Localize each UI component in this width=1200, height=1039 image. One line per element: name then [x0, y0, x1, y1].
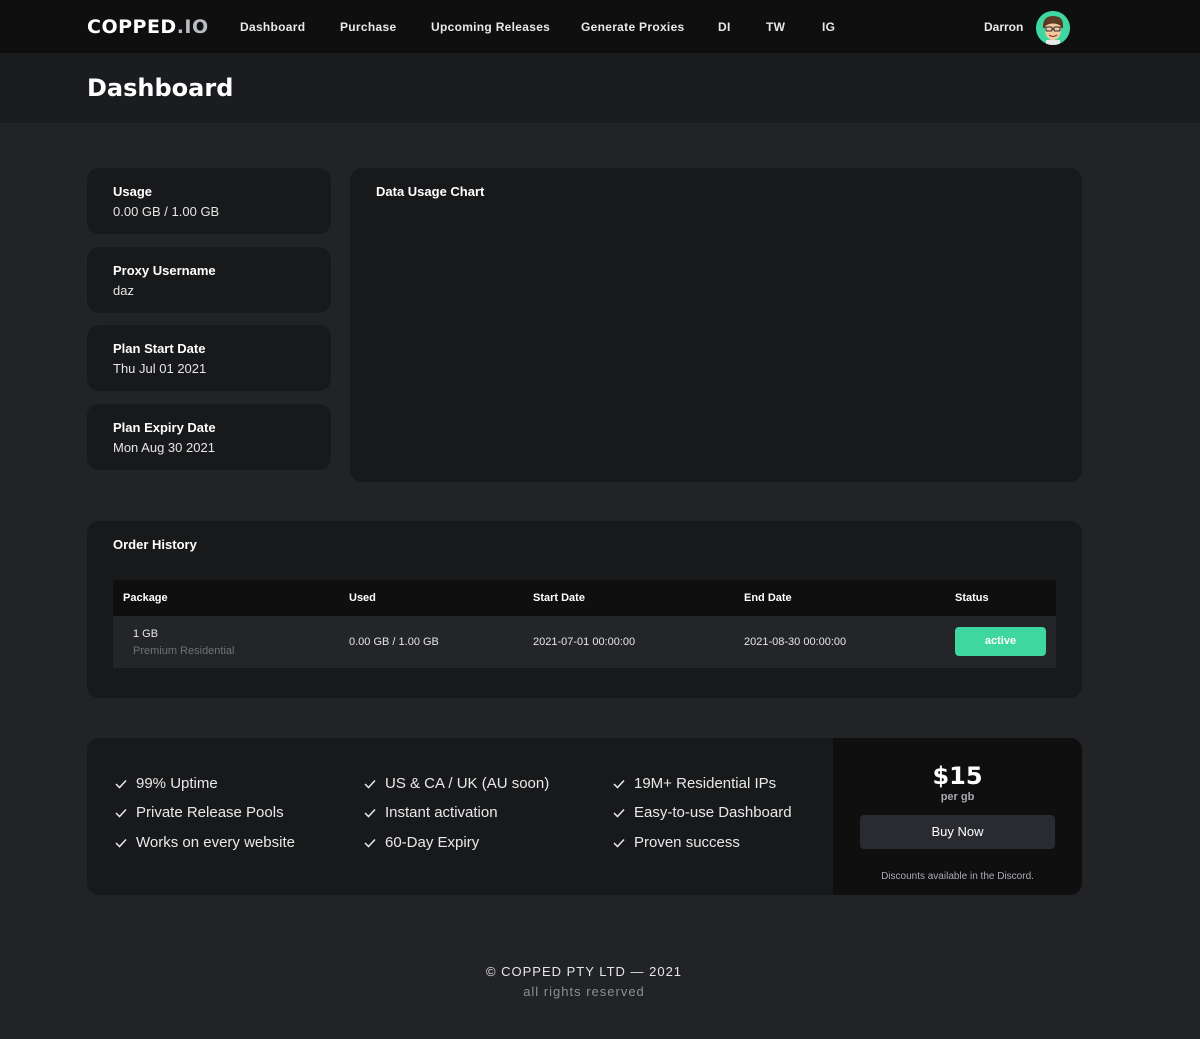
chart-title: Data Usage Chart — [376, 184, 485, 199]
avatar[interactable] — [1036, 11, 1070, 45]
cell-package: 1 GB — [133, 628, 159, 640]
order-history-card: Order History Package Used Start Date En… — [87, 521, 1082, 698]
status-badge: active — [955, 627, 1046, 656]
plan-expiry-title: Plan Expiry Date — [113, 420, 216, 435]
table-header: Package Used Start Date End Date Status — [113, 580, 1056, 616]
feature-item: 99% Uptime — [136, 775, 218, 792]
logo[interactable]: COPPED.IO — [87, 16, 209, 38]
top-navbar: COPPED.IO Dashboard Purchase Upcoming Re… — [0, 0, 1200, 53]
check-icon — [364, 779, 376, 789]
nav-dashboard[interactable]: Dashboard — [240, 20, 305, 34]
table-row: 1 GB Premium Residential 0.00 GB / 1.00 … — [113, 616, 1056, 668]
check-icon — [115, 779, 127, 789]
nav-discord[interactable]: DI — [718, 20, 731, 34]
proxy-username-title: Proxy Username — [113, 263, 216, 278]
feature-item: Instant activation — [385, 804, 498, 821]
usage-card: Usage 0.00 GB / 1.00 GB — [87, 168, 331, 234]
nav-purchase[interactable]: Purchase — [340, 20, 396, 34]
plan-start-card: Plan Start Date Thu Jul 01 2021 — [87, 325, 331, 391]
cell-package-type: Premium Residential — [133, 645, 235, 657]
nav-twitter[interactable]: TW — [766, 20, 785, 34]
check-icon — [364, 838, 376, 848]
usage-value: 0.00 GB / 1.00 GB — [113, 204, 220, 219]
nav-generate-proxies[interactable]: Generate Proxies — [581, 20, 685, 34]
check-icon — [364, 808, 376, 818]
nav-upcoming-releases[interactable]: Upcoming Releases — [431, 20, 550, 34]
price: $15 — [932, 762, 983, 790]
proxy-username-value: daz — [113, 283, 134, 298]
proxy-username-card: Proxy Username daz — [87, 247, 331, 313]
col-package: Package — [123, 592, 168, 604]
plan-expiry-card: Plan Expiry Date Mon Aug 30 2021 — [87, 404, 331, 470]
footer-copyright: © COPPED PTY LTD — 2021 — [485, 964, 683, 979]
plan-start-title: Plan Start Date — [113, 341, 206, 356]
col-status: Status — [955, 592, 989, 604]
feature-item: Private Release Pools — [136, 804, 284, 821]
user-name[interactable]: Darron — [984, 20, 1023, 34]
cell-used: 0.00 GB / 1.00 GB — [349, 636, 439, 648]
col-used: Used — [349, 592, 376, 604]
order-history-title: Order History — [113, 537, 197, 552]
plan-expiry-value: Mon Aug 30 2021 — [113, 440, 215, 455]
buy-now-button[interactable]: Buy Now — [860, 815, 1055, 849]
check-icon — [115, 808, 127, 818]
feature-item: Easy-to-use Dashboard — [634, 804, 792, 821]
check-icon — [115, 838, 127, 848]
order-table: Package Used Start Date End Date Status … — [113, 580, 1056, 668]
feature-item: 60-Day Expiry — [385, 834, 480, 851]
col-start-date: Start Date — [533, 592, 585, 604]
data-usage-chart-card: Data Usage Chart — [350, 168, 1082, 482]
feature-item: Works on every website — [136, 834, 295, 851]
usage-title: Usage — [113, 184, 153, 199]
plan-start-value: Thu Jul 01 2021 — [113, 361, 207, 376]
check-icon — [613, 779, 625, 789]
check-icon — [613, 808, 625, 818]
logo-suffix: .IO — [176, 16, 209, 38]
feature-item: Proven success — [634, 834, 740, 851]
footer-rights: all rights reserved — [523, 984, 645, 999]
page-header: Dashboard — [0, 53, 1200, 123]
logo-text: COPPED — [87, 16, 177, 38]
feature-item: US & CA / UK (AU soon) — [385, 775, 550, 792]
feature-item: 19M+ Residential IPs — [634, 775, 777, 792]
check-icon — [613, 838, 625, 848]
plan-card: 99% Uptime Private Release Pools Works o… — [87, 738, 1082, 895]
page-title: Dashboard — [87, 74, 234, 102]
nav-instagram[interactable]: IG — [822, 20, 835, 34]
price-panel: $15 per gb Buy Now Discounts available i… — [833, 738, 1082, 895]
user-avatar-icon — [1036, 11, 1070, 45]
col-end-date: End Date — [744, 592, 792, 604]
price-unit: per gb — [940, 791, 975, 803]
cell-end-date: 2021-08-30 00:00:00 — [744, 636, 847, 648]
cell-start-date: 2021-07-01 00:00:00 — [533, 636, 636, 648]
discount-note: Discounts available in the Discord. — [881, 871, 1034, 882]
